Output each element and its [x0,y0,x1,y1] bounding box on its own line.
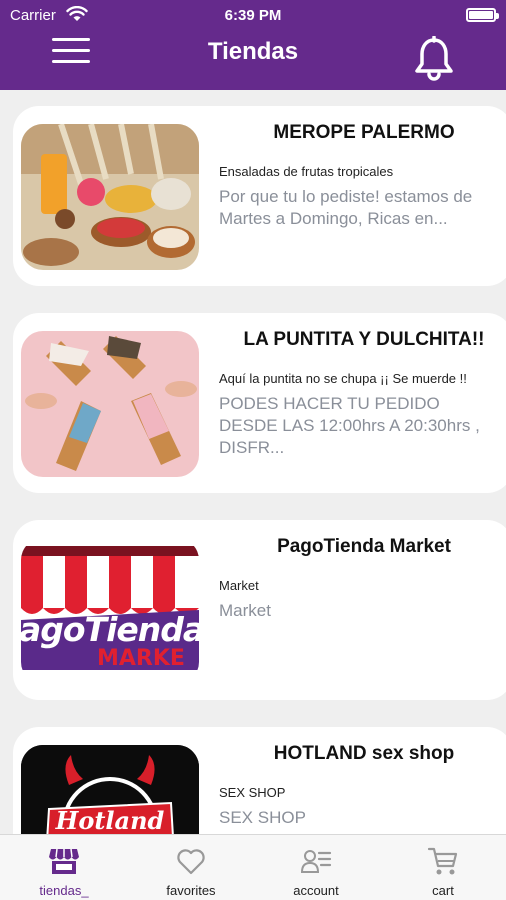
tab-label: account [293,883,339,898]
store-logo: Hotland [21,745,199,834]
store-description: SEX SHOP [219,808,306,827]
tab-label: tiendas_ [39,883,89,898]
tab-label: cart [432,883,454,898]
store-list[interactable]: MEROPE PALERMO Ensaladas de frutas tropi… [0,90,506,834]
pagotienda-logo-subtext: MARKE [97,646,185,671]
store-name: HOTLAND sex shop [273,743,455,764]
store-description: PODES HACER TU PEDIDO DESDE LAS 12:00hrs… [219,394,480,457]
store-category: Market [219,578,259,593]
store-card[interactable]: LA PUNTITA Y DULCHITA!! Aquí la puntita … [13,313,506,493]
app-header: Carrier 6:39 PM Tiendas [0,0,506,90]
store-name: LA PUNTITA Y DULCHITA!! [243,329,485,350]
store-icon [49,848,79,874]
status-bar: Carrier 6:39 PM [0,4,506,26]
clock: 6:39 PM [224,7,282,24]
tab-account[interactable]: account [266,845,366,898]
store-image [21,124,199,270]
battery-icon [466,8,499,22]
store-logo: agoTienda MARKE [21,538,199,684]
pagotienda-logo-text: agoTienda [21,610,199,649]
hotland-logo-text: Hotland [55,806,165,834]
cart-icon [427,847,458,875]
store-description: Por que tu lo pediste! estamos de Martes… [219,187,473,228]
tab-cart[interactable]: cart [393,845,493,898]
store-description: Market [219,601,271,620]
store-category: SEX SHOP [219,785,286,800]
bell-icon[interactable] [414,36,454,82]
account-list-icon [300,850,332,873]
store-image [21,331,199,477]
store-card[interactable]: MEROPE PALERMO Ensaladas de frutas tropi… [13,106,506,286]
tab-favorites[interactable]: favorites [141,845,241,898]
store-card[interactable]: Hotland HOTLAND sex shop SEX SHOP SEX SH… [13,727,506,834]
store-card[interactable]: agoTienda MARKE PagoTienda Market Market… [13,520,506,700]
tab-bar: tiendas_ favorites account cart [0,834,506,900]
store-category: Aquí la puntita no se chupa ¡¡ Se muerde… [219,371,467,386]
tab-tiendas[interactable]: tiendas_ [14,845,114,898]
store-name: PagoTienda Market [277,536,451,557]
store-name: MEROPE PALERMO [273,122,455,143]
heart-icon [177,849,205,875]
tab-label: favorites [166,883,216,898]
store-category: Ensaladas de frutas tropicales [219,164,394,179]
